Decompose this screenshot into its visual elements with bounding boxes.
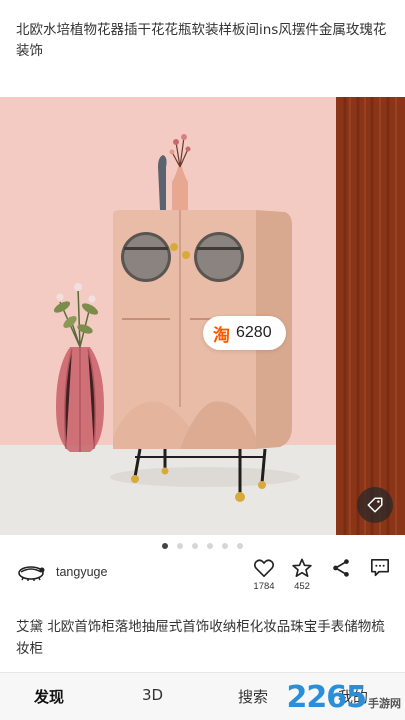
product-description: 艾黛 北欧首饰柜落地抽屉式首饰收纳柜化妆品珠宝手表储物梳妆柜 [16,619,385,657]
carousel-dot[interactable] [237,543,243,549]
product-photo[interactable] [0,97,405,535]
carousel-dot[interactable] [162,543,168,549]
price-tag[interactable]: 淘 6280 [203,316,286,350]
tab-search[interactable]: 搜索 [238,686,268,707]
like-count: 1784 [253,581,275,592]
tag-button[interactable] [357,487,393,523]
star-button[interactable]: 452 [288,558,316,592]
heart-icon [253,559,275,577]
tab-discover[interactable]: 发现 [34,686,64,707]
tag-icon [367,497,383,513]
author-name: tangyuge [56,565,108,579]
star-icon [292,558,312,577]
carousel-dot[interactable] [177,543,183,549]
tab-3d[interactable]: 3D [142,686,163,704]
site-watermark: 2265 手游网 [287,683,402,713]
price-value: 6280 [236,324,272,341]
watermark-number: 2265 [286,680,367,715]
watermark-text: 手游网 [368,697,401,710]
carousel-dot[interactable] [222,543,228,549]
product-illustration [0,97,405,535]
carousel-dot[interactable] [192,543,198,549]
post-title: 北欧水培植物花器插干花花瓶软装样板间ins风摆件金属玫瑰花装饰 [16,22,387,59]
author-info[interactable]: tangyuge [16,563,107,581]
avatar [18,566,45,581]
comment-button[interactable] [366,558,394,578]
share-button[interactable] [327,558,355,578]
like-button[interactable]: 1784 [250,558,278,592]
star-count: 452 [294,581,310,592]
comment-icon [371,559,389,577]
carousel-dot[interactable] [207,543,213,549]
action-bar: 1784 452 [250,558,395,598]
taobao-icon: 淘 [213,325,230,346]
carousel-indicator [0,543,405,549]
share-icon [333,559,349,577]
